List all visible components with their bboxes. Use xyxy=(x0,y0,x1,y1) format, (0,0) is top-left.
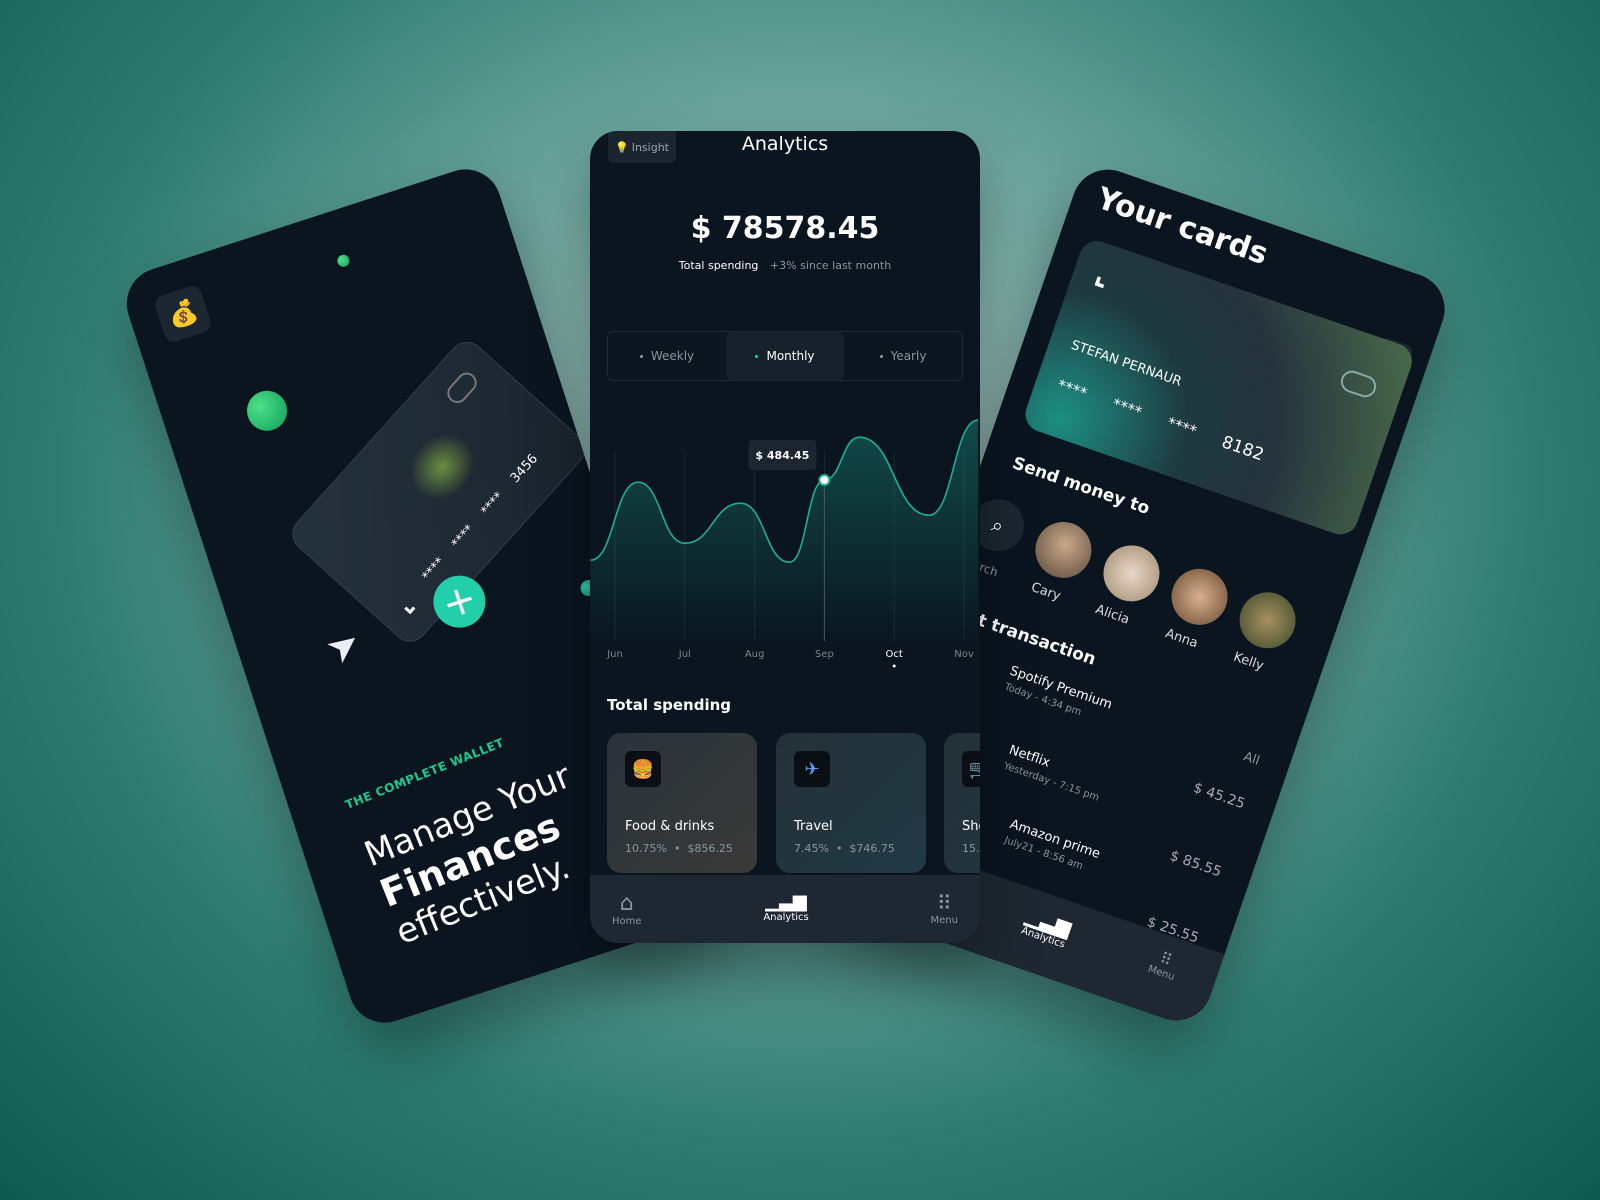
section-title: Total spending xyxy=(607,696,732,714)
logo-icon: ⌞ xyxy=(1091,256,1115,293)
tab-weekly[interactable]: Weekly xyxy=(608,332,726,380)
filter-dropdown[interactable]: All xyxy=(1241,749,1261,768)
x-tick-label: Aug xyxy=(745,649,765,660)
total-amount: $ 78578.45 xyxy=(690,211,880,246)
card-last-digits: 3456 xyxy=(507,451,542,487)
selected-marker xyxy=(892,664,896,668)
nav-menu[interactable]: ⠿ Menu xyxy=(931,891,958,943)
x-tick-label: Nov xyxy=(954,649,974,660)
card-mask: **** xyxy=(1055,375,1090,403)
transaction-row[interactable]: Netflix Yesterday - 7:15 pm xyxy=(1002,743,1107,804)
avatar[interactable] xyxy=(1232,584,1304,656)
card-last-digits: 8182 xyxy=(1219,432,1267,466)
card-holder: STEFAN PERNAUR xyxy=(1069,337,1184,390)
x-tick-label: Jul xyxy=(678,649,691,660)
plane-icon: ✈ xyxy=(794,751,830,787)
bottom-nav: ⌂ Home ▁▃▆ Analytics ⠿ Menu xyxy=(590,875,980,943)
nav-analytics[interactable]: ▁▃▆ Analytics xyxy=(763,891,808,943)
chart-icon: ▁▃▆ xyxy=(765,891,807,912)
burger-icon: 🍔 xyxy=(625,751,661,787)
nav-home[interactable]: ⌂ Home xyxy=(612,891,642,943)
total-label: Total spending xyxy=(678,259,759,272)
spending-chart[interactable]: Jun Jul Aug Sep Oct Nov $ 484.45 xyxy=(590,391,980,681)
cursor-icon: ➤ xyxy=(317,618,370,673)
category-card[interactable]: 🛒 Shopping 15. xyxy=(944,733,980,873)
analytics-screen: 💡 Insight Analytics $ 78578.45 Total spen… xyxy=(590,131,980,943)
nav-menu[interactable]: ⠿ Menu xyxy=(1146,946,1182,983)
contact-name: Kelly xyxy=(1231,649,1266,674)
decor-ball xyxy=(335,253,351,269)
x-tick-label: Oct xyxy=(886,649,903,660)
decor-ball xyxy=(241,385,293,436)
contact-name: Anna xyxy=(1163,626,1200,652)
card-network-icon xyxy=(443,368,481,408)
tab-yearly[interactable]: Yearly xyxy=(844,332,962,380)
highlight-point[interactable] xyxy=(818,474,831,486)
transaction-amount: $ 45.25 xyxy=(1191,779,1247,813)
nav-analytics[interactable]: ▁▃▆ Analytics xyxy=(1019,903,1075,951)
home-icon: ⌂ xyxy=(619,891,634,916)
transaction-row[interactable]: Spotify Premium Today - 4:34 pm xyxy=(1003,664,1114,727)
contact-name: Alicia xyxy=(1093,602,1132,628)
category-card[interactable]: 🍔 Food & drinks 10.75% • $856.25 xyxy=(607,733,757,873)
contact-name: Cary xyxy=(1029,580,1063,605)
page-title: Analytics xyxy=(741,133,829,155)
period-tabs: Weekly Monthly Yearly xyxy=(607,331,963,381)
money-bag-icon: 💰 xyxy=(152,283,214,345)
cart-icon: 🛒 xyxy=(962,751,980,787)
transaction-row[interactable]: Amazon prime July21 - 8:56 am xyxy=(1003,817,1102,876)
card-mask: **** xyxy=(1109,394,1145,422)
card-network-icon xyxy=(1337,367,1380,401)
tooltip-label: $ 484.45 xyxy=(755,449,809,462)
x-tick-label: Sep xyxy=(815,649,834,660)
x-tick-label: Jun xyxy=(606,649,623,660)
avatar[interactable] xyxy=(1163,561,1236,633)
transaction-amount: $ 85.55 xyxy=(1167,847,1224,881)
avatar[interactable] xyxy=(1095,537,1168,609)
card-mask: **** xyxy=(1164,413,1200,441)
card-mask: **** xyxy=(478,489,507,519)
card-mask: **** xyxy=(448,522,478,552)
tab-monthly[interactable]: Monthly xyxy=(726,332,844,380)
change-text: +3% since last month xyxy=(769,259,892,272)
category-card[interactable]: ✈ Travel 7.45% • $746.75 xyxy=(776,733,926,873)
logo-icon: ⌞ xyxy=(390,590,419,618)
grid-icon: ⠿ xyxy=(936,891,952,915)
avatar[interactable] xyxy=(1027,514,1099,586)
